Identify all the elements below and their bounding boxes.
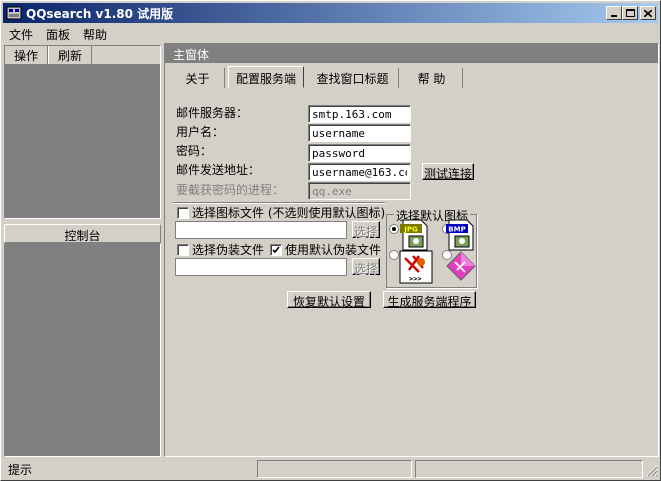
minimize-icon xyxy=(611,15,617,17)
mail-server-label: 邮件服务器： xyxy=(176,106,249,120)
disguise-file-label: 选择伪装文件 xyxy=(192,243,265,257)
icon-file-label: 选择图标文件 (不选则使用默认图标) xyxy=(192,206,386,220)
console-header[interactable]: 控制台 xyxy=(4,224,161,243)
icon-file-checkbox[interactable] xyxy=(177,207,189,219)
operate-tab[interactable]: 操作 xyxy=(5,46,49,64)
default-disguise-label: 使用默认伪装文件 xyxy=(285,243,382,257)
status-cell-3 xyxy=(415,460,643,478)
minimize-button[interactable] xyxy=(606,6,622,20)
password-input[interactable] xyxy=(308,144,411,162)
exe-badge: >>> xyxy=(409,275,422,283)
maximize-icon xyxy=(625,9,635,17)
sender-address-input[interactable] xyxy=(308,163,411,181)
main-panel-header: 主窗体 xyxy=(165,44,658,63)
main-panel-title: 主窗体 xyxy=(173,48,210,62)
window-title: QQsearch v1.80 试用版 xyxy=(26,7,174,21)
default-disguise-checkbox[interactable] xyxy=(270,244,282,256)
menu-bar: 文件 面板 帮助 xyxy=(3,25,114,43)
menu-panel[interactable]: 面板 xyxy=(40,25,77,43)
mail-server-input[interactable] xyxy=(308,105,411,123)
username-label: 用户名： xyxy=(176,125,225,139)
status-cell-2 xyxy=(257,460,412,478)
generate-server-button[interactable]: 生成服务端程序 xyxy=(383,291,476,309)
exe-icon-radio[interactable] xyxy=(389,250,399,260)
close-icon xyxy=(644,9,652,17)
maximize-button[interactable] xyxy=(622,6,638,20)
icon-file-browse-button[interactable]: 选择 xyxy=(352,221,380,239)
bmp-badge: BMP xyxy=(448,226,465,234)
operations-toolbar: 操作 刷新 xyxy=(5,46,160,64)
restore-defaults-button[interactable]: 恢复默认设置 xyxy=(287,291,371,309)
app-icon xyxy=(6,6,22,20)
username-input[interactable] xyxy=(308,124,411,142)
console-panel xyxy=(4,243,161,457)
test-connection-button[interactable]: 测试连接 xyxy=(422,163,474,181)
disguise-file-checkbox[interactable] xyxy=(177,244,189,256)
operations-panel: 操作 刷新 xyxy=(4,45,161,219)
menu-file[interactable]: 文件 xyxy=(3,25,40,43)
refresh-tab[interactable]: 刷新 xyxy=(48,46,93,64)
status-bar: 提示 xyxy=(3,459,658,479)
tab-find-window[interactable]: 查找窗口标题 xyxy=(307,68,399,88)
radio-dot xyxy=(392,227,396,231)
title-bar[interactable]: QQsearch v1.80 试用版 xyxy=(3,3,658,23)
icon-file-path-input[interactable] xyxy=(175,221,347,239)
process-label: 要截获密码的进程： xyxy=(176,183,285,197)
tab-about[interactable]: 关于 xyxy=(171,68,225,88)
sender-address-label: 邮件发送地址： xyxy=(176,163,261,177)
pink-gem-icon[interactable] xyxy=(445,250,477,282)
main-window: QQsearch v1.80 试用版 文件 面板 帮助 操作 刷新 控制台 主窗… xyxy=(0,0,661,481)
jpg-badge: JPG xyxy=(403,226,418,234)
jpg-icon-radio[interactable] xyxy=(389,224,399,234)
menu-help[interactable]: 帮助 xyxy=(77,25,114,43)
exe-file-icon[interactable]: >>> xyxy=(399,250,433,284)
tab-help[interactable]: 帮 助 xyxy=(401,68,463,88)
disguise-file-path-input[interactable] xyxy=(175,258,347,276)
bmp-file-icon[interactable]: BMP xyxy=(445,219,477,251)
status-text: 提示 xyxy=(8,463,33,477)
jpg-file-icon[interactable]: JPG xyxy=(399,219,431,251)
resize-grip-icon[interactable] xyxy=(646,465,658,477)
checkmark-icon xyxy=(272,246,280,254)
tab-server-config[interactable]: 配置服务端 xyxy=(228,66,304,88)
main-panel: 主窗体 关于 配置服务端 查找窗口标题 帮 助 邮件服务器： 用户名： 密码： … xyxy=(164,43,659,457)
password-label: 密码： xyxy=(176,144,213,158)
process-input[interactable] xyxy=(308,182,411,200)
disguise-file-browse-button[interactable]: 选择 xyxy=(352,258,380,276)
close-button[interactable] xyxy=(640,6,656,20)
